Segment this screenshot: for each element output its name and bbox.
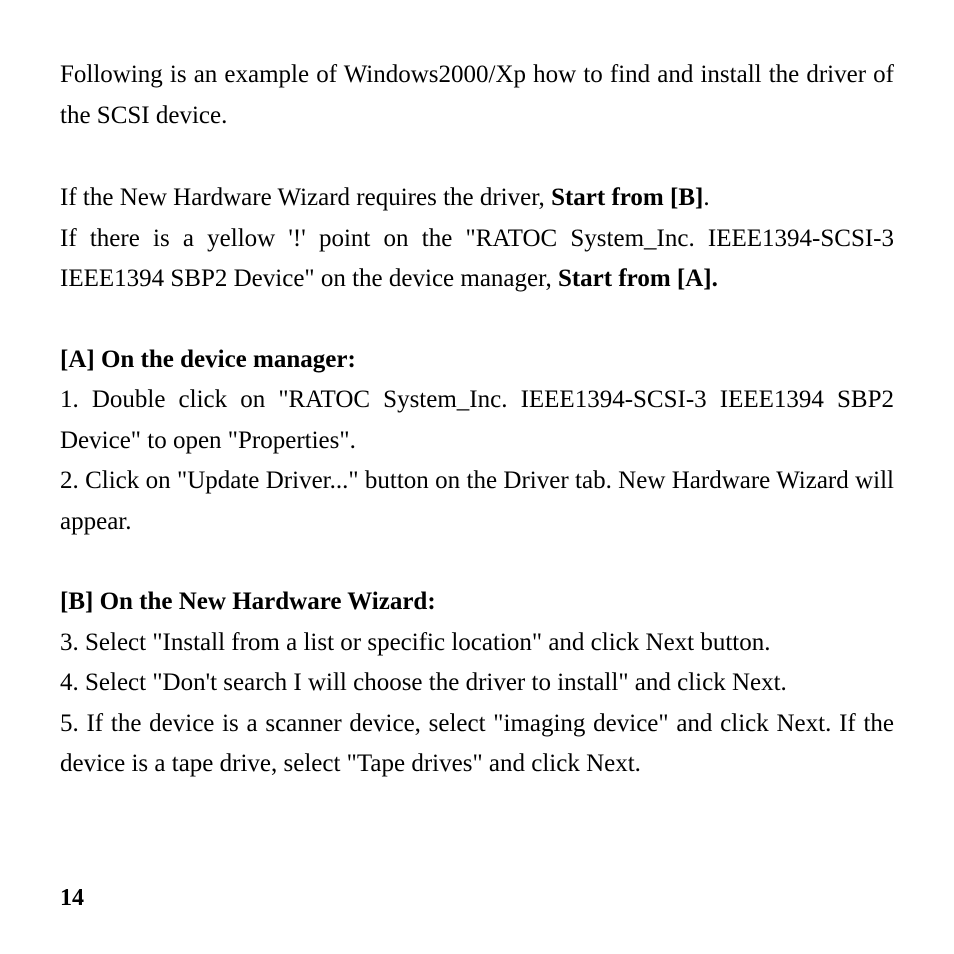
condition-a-pre: If there is a yellow '!' point on the "R… (60, 225, 894, 293)
condition-a-line: If there is a yellow '!' point on the "R… (60, 219, 894, 300)
step-a2: 2. Click on "Update Driver..." button on… (60, 461, 894, 542)
step-b3: 3. Select "Install from a list or specif… (60, 623, 894, 664)
section-b-title: [B] On the New Hardware Wizard: (60, 582, 894, 623)
condition-b-pre: If the New Hardware Wizard requires the … (60, 184, 551, 211)
section-a-title: [A] On the device manager: (60, 340, 894, 381)
intro-paragraph: Following is an example of Windows2000/X… (60, 55, 894, 136)
page-number: 14 (60, 885, 84, 912)
spacer (60, 300, 894, 340)
condition-a-bold: Start from [A]. (558, 265, 718, 292)
spacer (60, 542, 894, 582)
step-a1: 1. Double click on "RATOC System_Inc. IE… (60, 380, 894, 461)
step-b4: 4. Select "Don't search I will choose th… (60, 663, 894, 704)
condition-b-bold: Start from [B] (551, 184, 703, 211)
step-b5: 5. If the device is a scanner device, se… (60, 704, 894, 785)
document-page: Following is an example of Windows2000/X… (0, 0, 954, 954)
spacer (60, 136, 894, 178)
condition-b-line: If the New Hardware Wizard requires the … (60, 178, 894, 219)
condition-b-post: . (703, 184, 709, 211)
